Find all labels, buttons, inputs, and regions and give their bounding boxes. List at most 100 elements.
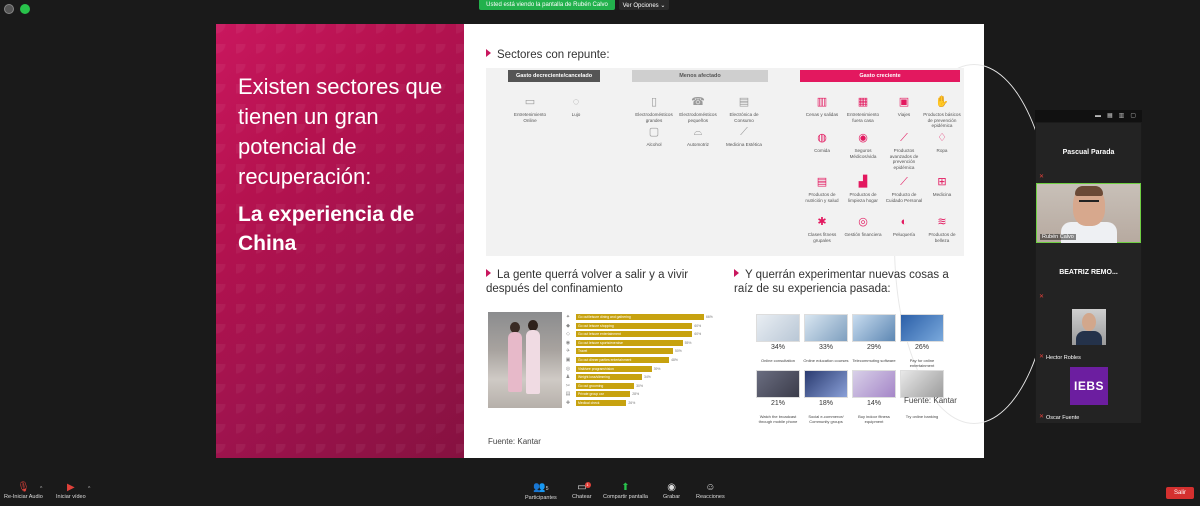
meeting-toolbar: 🎙 Re-Iniciar Audio ^ ▶ Iniciar vídeo ^ 👥… <box>0 480 1200 506</box>
sector-label: Lujo <box>571 112 581 117</box>
sector-label: Viajes <box>897 112 911 117</box>
activity-icon: ✂ <box>565 382 571 389</box>
col-header-menos-afectado: Menos afectado <box>632 70 768 82</box>
experience-percent: 18% <box>818 400 833 407</box>
sector-label: Seguros Médicos/vida <box>849 148 877 159</box>
sector-label: Automotriz <box>687 142 709 147</box>
bar: Go out leisure shopping <box>576 322 693 329</box>
experience-percent: 21% <box>770 400 785 407</box>
encryption-shield-icon[interactable] <box>20 4 30 14</box>
participant-video-tile[interactable]: Rubén Calvo <box>1036 183 1141 244</box>
participant-tile[interactable]: Pascual Parada ✕ <box>1036 123 1141 183</box>
video-button[interactable]: ▶ Iniciar vídeo <box>56 482 86 500</box>
video-options-caret[interactable]: ^ <box>88 486 90 492</box>
participants-button[interactable]: 👥5 Participantes <box>525 482 557 501</box>
col-header-decreciente: Gasto decreciente/cancelado <box>508 70 600 82</box>
sector-label: Productos básicos de prevención epidémic… <box>923 112 961 128</box>
bullet-triangle-icon <box>734 269 739 277</box>
muted-mic-icon: ✕ <box>1039 174 1045 180</box>
bar-row: ✚ Medical check 26% <box>564 400 635 406</box>
col-header-creciente: Gasto creciente <box>800 70 960 82</box>
activity-icon: ◆ <box>566 322 570 329</box>
bar-label: Go out dinner parties entertainment <box>578 358 632 362</box>
sector-item: ▢ Alcohol <box>634 126 674 148</box>
experience-label: Social e-commerce/ Community groups <box>808 414 844 424</box>
bar-label: Go out leisure sports/exercise <box>578 340 623 345</box>
bar-value: 55% <box>684 340 692 345</box>
expand-icon[interactable]: ▢ <box>1130 113 1136 119</box>
screen-share-banner: Usted está viendo la pantalla de Rubén C… <box>479 0 615 10</box>
source-note-bottom: Fuente: Kantar <box>488 437 541 446</box>
layout-icon[interactable]: ▦ <box>1107 113 1113 119</box>
audio-label: Re-Iniciar Audio <box>4 494 43 500</box>
avatar <box>1072 309 1106 345</box>
section-title-text: Sectores con repunte: <box>497 49 610 61</box>
bar-row: ◇ Go out leisure entertainment 60% <box>564 331 702 338</box>
bar-label: Go out grooming <box>578 383 604 388</box>
layout-strip-icon[interactable]: ▥ <box>1119 113 1125 119</box>
dress-icon: ♢ <box>937 132 947 144</box>
experience-label: Pay for online entertainment <box>909 358 935 368</box>
bar-value: 39% <box>653 366 661 371</box>
thermometer-icon: ⟋ <box>900 132 908 144</box>
experience-percent: 33% <box>818 344 833 351</box>
reactions-button[interactable]: ☺ Reacciones <box>696 482 725 500</box>
video-off-icon: ▶ <box>66 482 75 493</box>
cleaning-icon: ▟ <box>858 176 868 188</box>
bar-value: 30% <box>636 383 643 388</box>
leave-button[interactable]: Salir <box>1166 487 1194 499</box>
participants-label: Participantes <box>525 495 557 501</box>
running-icon: ✱ <box>817 216 827 228</box>
pill-bottle-icon: ▤ <box>816 176 828 188</box>
car-icon: ⌓ <box>693 126 703 138</box>
bar: Private group car <box>576 391 631 398</box>
experience-label: Watch the broadcast through mobile phone <box>758 414 798 424</box>
activity-icon: ◎ <box>565 365 571 372</box>
record-label: Grabar <box>663 494 681 500</box>
share-screen-button[interactable]: ⬆ Compartir pantalla <box>603 482 648 500</box>
slide-left-panel: Existen sectores que tienen un gran pote… <box>216 24 464 458</box>
hand-icon: ✋ <box>935 96 949 108</box>
bar-value: 60% <box>694 332 702 337</box>
bar-row: ◎ Visit/see program/vision 39% <box>564 365 661 372</box>
record-button[interactable]: ◉ Grabar <box>663 482 680 500</box>
chat-button[interactable]: ▭ 1 Chatear <box>572 482 592 500</box>
participant-tile[interactable]: ✕ Hector Robles <box>1036 303 1141 363</box>
activity-icon: ✈ <box>565 348 571 355</box>
bar-row: ✂ Go out grooming 30% <box>564 382 643 389</box>
radio-icon: ▤ <box>738 96 750 108</box>
participant-panel: ▬ ▦ ▥ ▢ Pascual Parada ✕ Rubén Calvo BEA… <box>1035 110 1142 423</box>
person-body <box>526 330 540 394</box>
experience-label: Telecommuting software <box>852 358 896 363</box>
participant-name: BEATRIZ REMO... <box>1059 269 1118 276</box>
participant-tile[interactable]: IEBS ✕ Oscar Fuente <box>1036 363 1141 423</box>
minimize-icon[interactable]: ▬ <box>1095 113 1101 119</box>
sector-item: ✱ Clases fitness grupales <box>802 216 842 243</box>
bar-value: 48% <box>671 358 678 362</box>
eyelash-icon: ≋ <box>937 216 947 228</box>
audio-button[interactable]: 🎙 Re-Iniciar Audio <box>4 482 43 500</box>
share-screen-icon: ⬆ <box>621 482 630 493</box>
coins-icon: ◎ <box>858 216 868 228</box>
audio-options-caret[interactable]: ^ <box>40 486 42 492</box>
food-icon: ◍ <box>817 132 827 144</box>
sector-item: ⟋ Medicina Estética <box>724 126 764 148</box>
meeting-info-icon[interactable] <box>4 4 14 14</box>
avatar-face <box>1082 313 1096 331</box>
bar-label: Visit/see program/vision <box>578 366 614 371</box>
activity-icon: ▣ <box>565 357 571 363</box>
sector-item: ▯ Electrodomésticos grandes <box>634 96 674 123</box>
sector-item: ⟋ Producto de Cuidado Personal <box>884 176 924 203</box>
reactions-label: Reacciones <box>696 494 725 500</box>
bar-label: Go out leisure shopping <box>578 323 614 328</box>
monitor-icon: ▭ <box>524 96 536 108</box>
sector-item: ☎ Electrodomésticos pequeños <box>678 96 718 123</box>
restaurant-icon: ▥ <box>816 96 828 108</box>
avatar-shirt <box>1076 331 1102 345</box>
section-title-experimentar: Y querrán experimentar nuevas cosas a ra… <box>734 268 964 296</box>
sector-item: ▦ Entretenimiento fuera casa <box>843 96 883 123</box>
participant-tile[interactable]: BEATRIZ REMO... ✕ <box>1036 243 1141 303</box>
view-options-button[interactable]: Ver Opciones ⌄ <box>619 0 669 10</box>
bar-row: ◆ Go out leisure shopping 60% <box>564 322 701 329</box>
beer-icon: ▢ <box>648 126 660 138</box>
